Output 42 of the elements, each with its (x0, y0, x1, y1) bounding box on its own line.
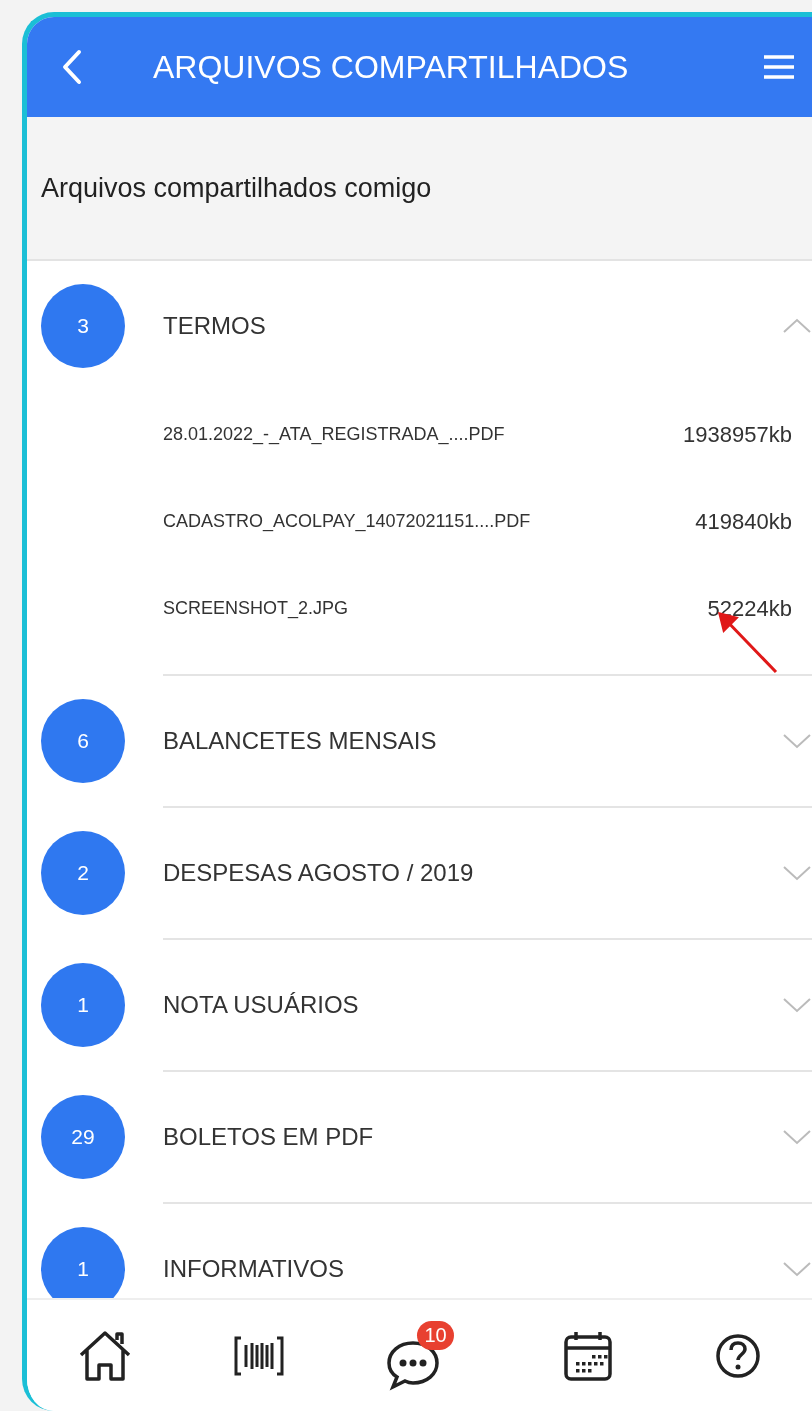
chevron-down-icon (782, 997, 812, 1013)
back-button[interactable] (61, 49, 83, 85)
count-badge: 29 (41, 1095, 125, 1179)
section-title: Arquivos compartilhados comigo (41, 172, 432, 204)
chat-tab[interactable]: 10 (385, 1320, 462, 1391)
count-badge: 1 (41, 1227, 125, 1298)
folder-title: TERMOS (163, 312, 267, 340)
count-badge: 2 (41, 831, 125, 915)
folder-row[interactable]: 1 NOTA USUÁRIOS (27, 940, 812, 1070)
file-size: 419840kb (695, 508, 792, 535)
count-badge: 1 (41, 963, 125, 1047)
file-size: 52224kb (707, 595, 792, 622)
file-size: 1938957kb (683, 421, 792, 448)
file-row[interactable]: 28.01.2022_-_ATA_REGISTRADA_....PDF 1938957kb (27, 391, 812, 478)
folder-title: NOTA USUÁRIOS (163, 991, 360, 1019)
count-badge: 6 (41, 699, 125, 783)
file-name: 28.01.2022_-_ATA_REGISTRADA_....PDF (163, 424, 506, 445)
help-icon (713, 1331, 762, 1380)
folder-row[interactable]: 29 BOLETOS EM PDF (27, 1072, 812, 1202)
chevron-down-icon (782, 733, 812, 749)
barcode-icon (233, 1334, 286, 1377)
chevron-down-icon (782, 1129, 812, 1145)
folder-row[interactable]: 2 DESPESAS AGOSTO / 2019 (27, 808, 812, 938)
chevron-down-icon (782, 865, 812, 881)
folder-row[interactable]: 6 BALANCETES MENSAIS (27, 676, 812, 806)
folder-title: BOLETOS EM PDF (163, 1123, 375, 1151)
menu-button[interactable] (762, 54, 796, 80)
chevron-up-icon (782, 318, 812, 334)
chevron-down-icon (782, 1261, 812, 1277)
folder-title: BALANCETES MENSAIS (163, 727, 438, 755)
file-name: SCREENSHOT_2.JPG (163, 598, 350, 619)
folder-title: DESPESAS AGOSTO / 2019 (163, 859, 475, 887)
folder-row[interactable]: 3 TERMOS (27, 261, 812, 391)
count-badge: 3 (41, 284, 125, 368)
file-row[interactable]: CADASTRO_ACOLPAY_14072021151....PDF 419840kb (27, 478, 812, 565)
notification-badge: 10 (417, 1320, 454, 1350)
file-row[interactable]: SCREENSHOT_2.JPG 52224kb (27, 565, 812, 652)
screen-title: ARQUIVOS COMPARTILHADOS (153, 48, 630, 86)
help-tab[interactable] (713, 1331, 762, 1380)
file-name: CADASTRO_ACOLPAY_14072021151....PDF (163, 511, 532, 532)
folder-title: INFORMATIVOS (163, 1255, 345, 1283)
barcode-tab[interactable] (233, 1334, 286, 1377)
